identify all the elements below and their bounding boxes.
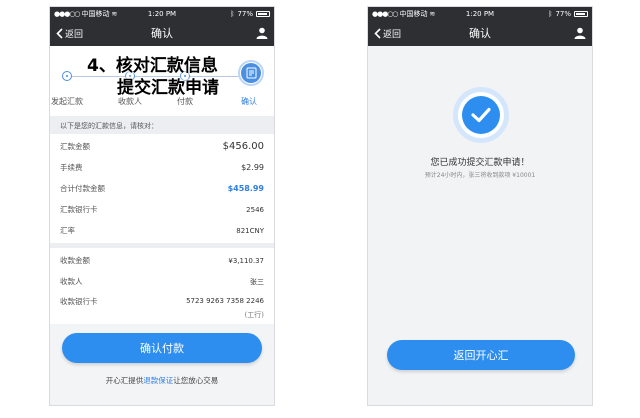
detail-row: 收款银行卡 5723 9263 7358 2246: [60, 292, 264, 310]
row-value: ¥3,110.37: [228, 256, 264, 265]
success-badge: [453, 87, 509, 143]
confirm-screen: ●●●○○ 中国移动 ≋ 1:20 PM ᛒ 77% 返回 确认 发起汇款 收款…: [49, 6, 275, 406]
detail-row: 收款人 张三: [60, 271, 264, 292]
success-title: 您已成功提交汇款申请！: [430, 158, 530, 168]
chevron-left-icon: [56, 27, 63, 39]
receive-details: 收款金额 ¥3,110.37 收款人 张三 收款银行卡 5723 9263 73…: [50, 248, 274, 324]
bank-name: (工行): [244, 311, 264, 319]
detail-row: 手续费 $2.99: [60, 157, 264, 178]
status-bar: ●●●○○ 中国移动 ≋ 1:20 PM ᛒ 77%: [368, 7, 592, 20]
back-button[interactable]: 返回: [56, 27, 83, 40]
detail-row: 汇款银行卡 2546: [60, 199, 264, 220]
detail-row: 合计付款金额 $458.99: [60, 178, 264, 199]
battery-text: 77%: [237, 9, 253, 18]
row-label: 收款银行卡: [60, 296, 98, 306]
user-icon[interactable]: [574, 24, 586, 43]
battery-text: 77%: [555, 9, 571, 18]
row-value: $456.00: [222, 141, 264, 152]
row-label: 合计付款金额: [60, 184, 105, 193]
success-subtitle: 预计24小时内，张三将收到款项 ¥10001: [424, 172, 536, 179]
back-label: 返回: [383, 29, 402, 40]
caption-line-2: 提交汇款申请: [117, 78, 219, 98]
footer-suffix: 让您放心交易: [173, 376, 219, 385]
row-label: 收款金额: [60, 256, 90, 265]
row-label: 收款人: [60, 277, 83, 286]
row-label: 手续费: [60, 163, 83, 172]
caption-line-1: 4、核对汇款信息: [87, 56, 218, 76]
checkmark-icon: [471, 107, 491, 123]
row-label: 汇款银行卡: [60, 205, 98, 214]
step-dot-1: [62, 71, 72, 81]
bluetooth-icon: ᛒ: [230, 9, 235, 18]
detail-row: 汇款金额 $456.00: [60, 136, 264, 157]
return-home-button[interactable]: 返回开心汇: [387, 340, 575, 370]
nav-bar: 返回 确认: [50, 20, 274, 46]
footer-note: 开心汇提供退款保证让您放心交易: [50, 375, 274, 386]
nav-bar: 返回 确认: [368, 20, 592, 46]
bluetooth-icon: ᛒ: [548, 9, 553, 18]
row-value: 2546: [246, 205, 264, 214]
battery-icon: [256, 10, 270, 17]
overlay-caption: 4、核对汇款信息 提交汇款申请: [87, 55, 219, 99]
footer-prefix: 开心汇提供: [105, 376, 144, 385]
refund-guarantee-link[interactable]: 退款保证: [143, 376, 173, 385]
row-value: $2.99: [241, 163, 264, 172]
row-value: $458.99: [227, 184, 264, 193]
back-label: 返回: [65, 29, 84, 40]
step-current: [238, 60, 264, 86]
row-label: 汇款金额: [60, 142, 90, 151]
page-title: 确认: [469, 27, 491, 40]
row-label: 汇率: [60, 226, 75, 235]
row-value: 821CNY: [236, 226, 264, 235]
step-label-4: 确认: [241, 97, 257, 106]
document-icon: [246, 67, 256, 79]
success-screen: ●●●○○ 中国移动 ≋ 1:20 PM ᛒ 77% 返回 确认 您已成功提交汇…: [367, 6, 593, 406]
back-button[interactable]: 返回: [374, 27, 401, 40]
user-icon[interactable]: [256, 24, 268, 43]
detail-row: 收款金额 ¥3,110.37: [60, 250, 264, 271]
row-value: 5723 9263 7358 2246: [186, 297, 264, 305]
battery-icon: [574, 10, 588, 17]
hint-text: 以下是您的汇款信息，请核对：: [50, 116, 274, 134]
page-title: 确认: [151, 27, 173, 40]
confirm-payment-button[interactable]: 确认付款: [62, 333, 262, 363]
status-bar: ●●●○○ 中国移动 ≋ 1:20 PM ᛒ 77%: [50, 7, 274, 20]
step-label-1: 发起汇款: [51, 97, 83, 106]
chevron-left-icon: [374, 27, 381, 39]
send-details: 汇款金额 $456.00 手续费 $2.99 合计付款金额 $458.99 汇款…: [50, 134, 274, 243]
detail-row: 汇率 821CNY: [60, 220, 264, 241]
row-value: 张三: [250, 277, 264, 286]
